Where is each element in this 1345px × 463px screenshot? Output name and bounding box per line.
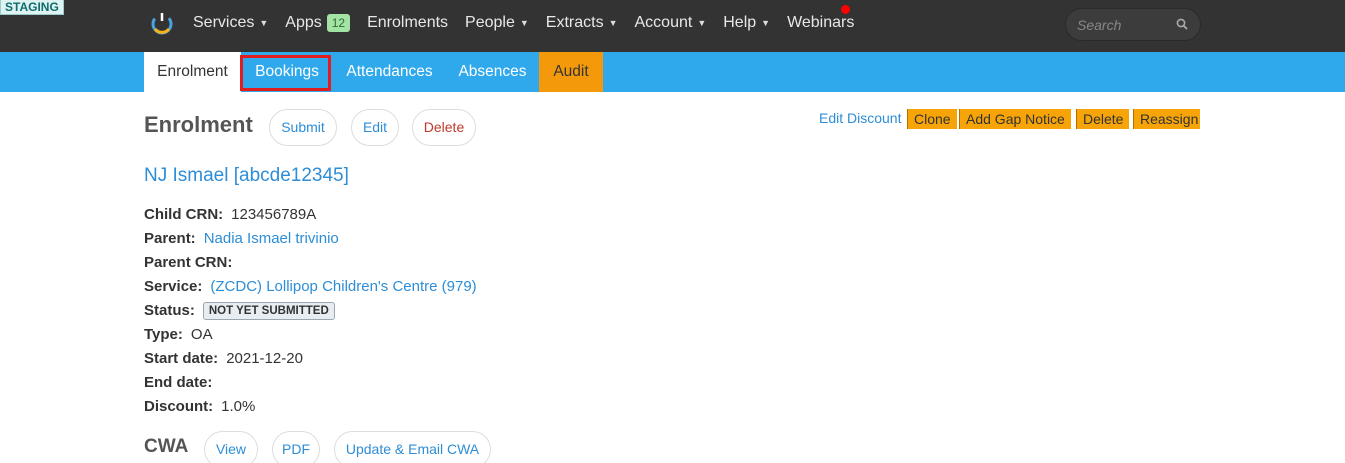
menu-services[interactable]: Services ▼: [193, 14, 268, 32]
submit-button[interactable]: Submit: [269, 109, 337, 146]
child-name-link[interactable]: NJ Ismael [abcde12345]: [144, 165, 349, 187]
sub-navbar: Enrolment Bookings Attendances Absences …: [0, 52, 1345, 92]
delete-enrolment-button[interactable]: Delete: [1076, 109, 1130, 129]
caret-down-icon: ▼: [697, 18, 707, 28]
child-crn-value: 123456789A: [231, 206, 317, 223]
search-input[interactable]: Search: [1065, 8, 1201, 41]
caret-down-icon: ▼: [608, 18, 618, 28]
cwa-view-button[interactable]: View: [204, 431, 258, 463]
search-icon[interactable]: [1176, 18, 1188, 30]
parent-crn-row: Parent CRN:: [144, 254, 233, 271]
main-menu: Services ▼ Apps 12 Enrolments People ▼ Extr…: [193, 0, 871, 46]
start-date-value: 2021-12-20: [226, 350, 303, 367]
cwa-heading: CWA: [144, 436, 189, 457]
menu-enrolments[interactable]: Enrolments: [367, 14, 448, 32]
type-value: OA: [190, 326, 213, 343]
menu-webinars[interactable]: Webinars: [787, 14, 854, 32]
parent-row: Parent: Nadia Ismael trivinio: [144, 230, 339, 247]
parent-link[interactable]: Nadia Ismael trivinio: [204, 230, 339, 247]
discount-row: Discount: 1.0%: [144, 398, 256, 415]
menu-account[interactable]: Account ▼: [635, 14, 707, 32]
apps-count-badge: 12: [326, 14, 351, 32]
discount-value: 1.0%: [221, 398, 256, 415]
edit-button[interactable]: Edit: [351, 109, 399, 146]
reassign-button[interactable]: Reassign: [1133, 109, 1200, 129]
add-gap-notice-button[interactable]: Add Gap Notice: [959, 109, 1071, 129]
notification-dot: [841, 5, 850, 14]
app-logo-icon[interactable]: [150, 11, 174, 35]
start-date-row: Start date: 2021-12-20: [144, 350, 303, 367]
caret-down-icon: ▼: [761, 18, 771, 28]
tab-audit[interactable]: Audit: [539, 52, 603, 92]
tab-absences[interactable]: Absences: [446, 52, 539, 92]
service-link[interactable]: (ZCDC) Lollipop Children's Centre (979): [210, 278, 476, 295]
child-crn-row: Child CRN: 123456789A: [144, 206, 317, 223]
tab-enrolment[interactable]: Enrolment: [144, 52, 241, 92]
status-badge: NOT YET SUBMITTED: [202, 302, 335, 320]
bookings-highlight-box: [240, 55, 331, 91]
clone-button[interactable]: Clone: [907, 109, 957, 129]
caret-down-icon: ▼: [519, 18, 529, 28]
page-title: Enrolment: [144, 112, 253, 137]
type-row: Type: OA: [144, 326, 213, 343]
env-badge: STAGING: [0, 0, 64, 15]
search-placeholder: Search: [1077, 17, 1122, 33]
cwa-pdf-button[interactable]: PDF: [272, 431, 320, 463]
status-row: Status: NOT YET SUBMITTED: [144, 302, 335, 320]
end-date-row: End date:: [144, 374, 213, 391]
menu-extracts[interactable]: Extracts ▼: [546, 14, 618, 32]
delete-button[interactable]: Delete: [412, 109, 476, 146]
service-row: Service: (ZCDC) Lollipop Children's Centr…: [144, 278, 477, 295]
menu-people[interactable]: People ▼: [465, 14, 529, 32]
update-email-cwa-button[interactable]: Update & Email CWA: [334, 431, 491, 463]
edit-discount-link[interactable]: Edit Discount: [819, 110, 901, 126]
caret-down-icon: ▼: [259, 18, 269, 28]
top-navbar: Services ▼ Apps 12 Enrolments People ▼ Extr…: [0, 0, 1345, 52]
menu-help[interactable]: Help ▼: [723, 14, 770, 32]
tab-attendances[interactable]: Attendances: [333, 52, 446, 92]
menu-apps[interactable]: Apps 12: [285, 14, 351, 32]
